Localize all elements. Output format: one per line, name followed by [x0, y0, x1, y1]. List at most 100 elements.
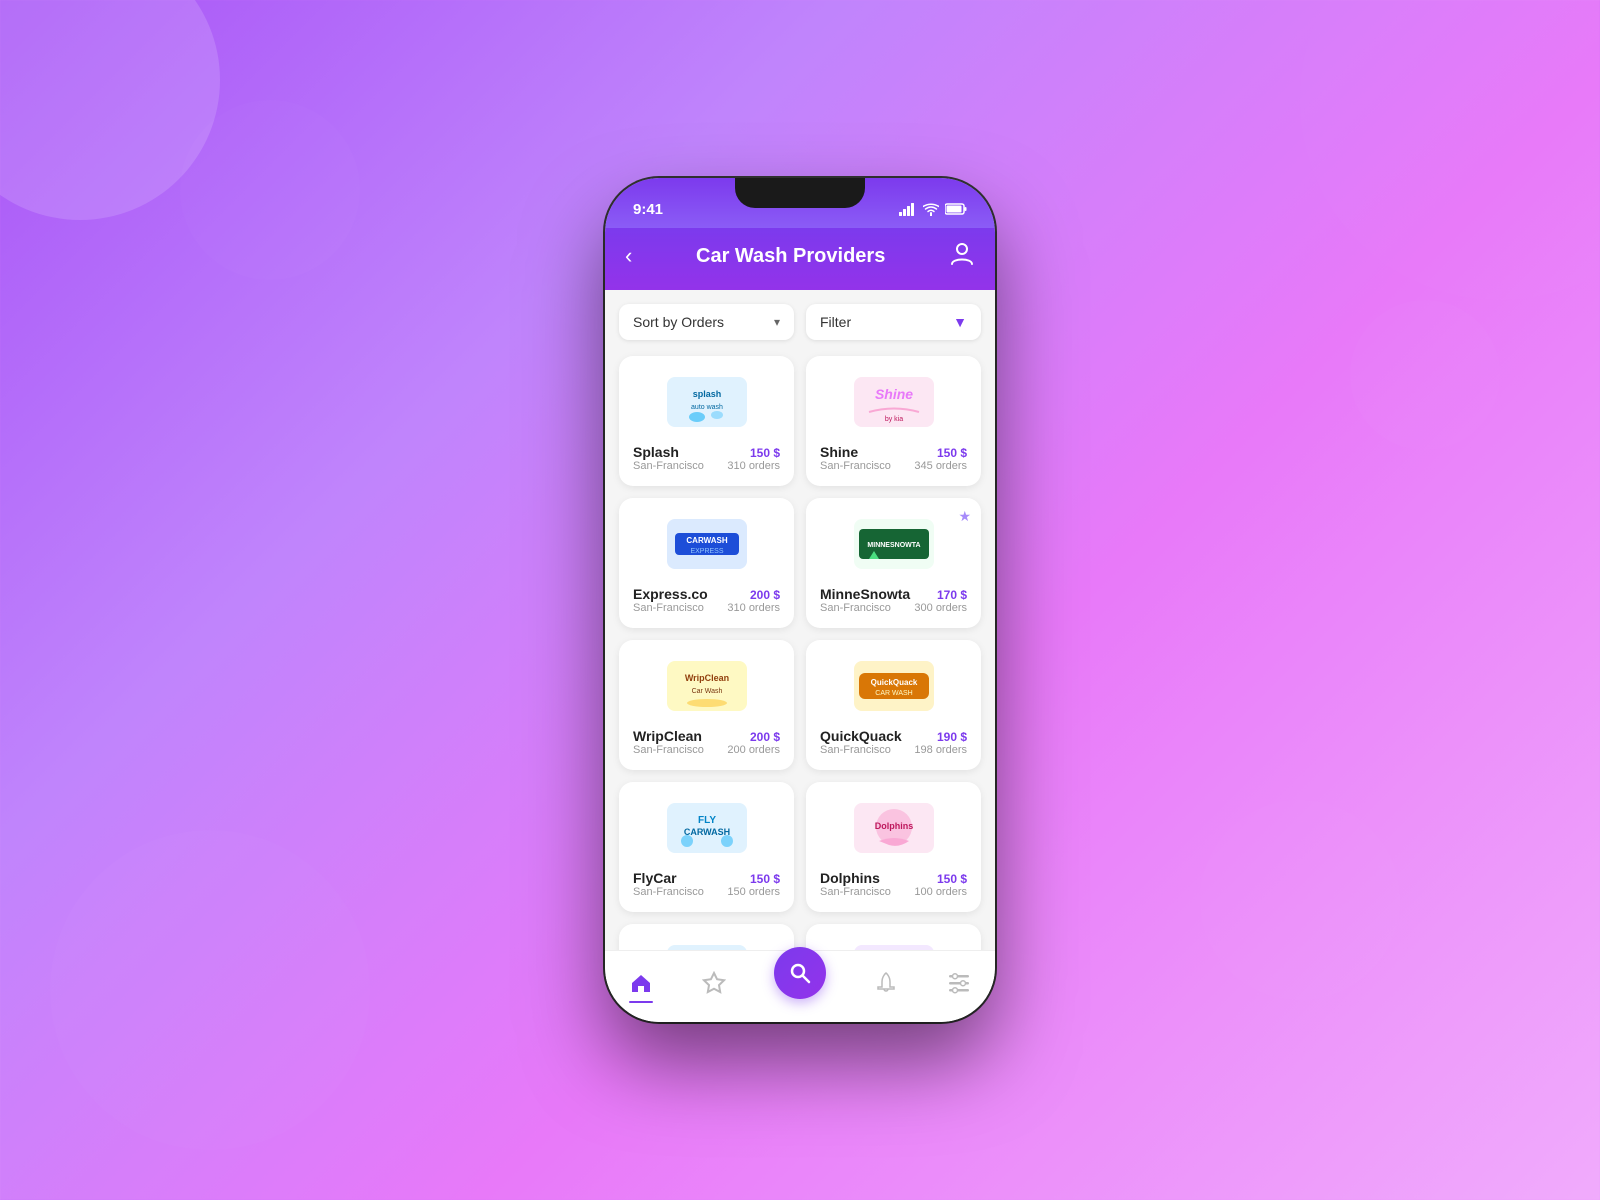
provider-name: Shine	[820, 444, 858, 460]
provider-logo-area: CARWASH EXPRESS	[633, 512, 780, 576]
settings-icon	[947, 971, 971, 995]
provider-info: Shine 150 $	[820, 444, 967, 460]
signal-icon	[899, 203, 917, 216]
provider-city: San-Francisco	[820, 744, 891, 756]
provider-info: Dolphins 150 $	[820, 870, 967, 886]
status-icons	[899, 203, 967, 216]
provider-price: 170 $	[937, 588, 967, 602]
provider-name: Dolphins	[820, 870, 880, 886]
provider-city: San-Francisco	[633, 744, 704, 756]
star-outline-icon	[702, 971, 726, 995]
provider-name: MinneSnowta	[820, 586, 910, 602]
sort-button[interactable]: Sort by Orders ▾	[619, 304, 794, 340]
content-area: Sort by Orders ▾ Filter ▼ splash auto was…	[605, 290, 995, 950]
provider-price: 150 $	[750, 446, 780, 460]
provider-card-mycar[interactable]: MyCar MyCar 180 $ San-Francisco 220 orde…	[619, 924, 794, 950]
svg-text:Car Wash: Car Wash	[691, 688, 722, 695]
provider-row2: San-Francisco 150 orders	[633, 886, 780, 898]
provider-name: Express.co	[633, 586, 708, 602]
provider-card-shine[interactable]: Shineby kia Shine 150 $ San-Francisco 34…	[806, 356, 981, 486]
provider-card-splash[interactable]: splash auto wash Splash 150 $ San-Francis…	[619, 356, 794, 486]
provider-price: 150 $	[937, 872, 967, 886]
nav-search[interactable]	[774, 967, 826, 999]
search-center-button[interactable]	[774, 947, 826, 999]
provider-card-minne[interactable]: ★ MINNESNOWTA MinneSnowta 170 $ San-Fran…	[806, 498, 981, 628]
svg-text:CARWASH: CARWASH	[686, 536, 727, 545]
provider-info: Express.co 200 $	[633, 586, 780, 602]
provider-orders: 310 orders	[727, 460, 780, 472]
provider-orders: 345 orders	[914, 460, 967, 472]
provider-logo-area: MINNESNOWTA	[820, 512, 967, 576]
provider-city: San-Francisco	[633, 460, 704, 472]
nav-favorites[interactable]	[702, 971, 726, 995]
providers-grid: splash auto wash Splash 150 $ San-Francis…	[619, 356, 981, 950]
app-header: ‹ Car Wash Providers	[605, 228, 995, 290]
provider-row2: San-Francisco 200 orders	[633, 744, 780, 756]
provider-city: San-Francisco	[633, 886, 704, 898]
nav-home[interactable]	[629, 971, 653, 995]
back-button[interactable]: ‹	[625, 243, 632, 269]
star-badge: ★	[958, 508, 971, 525]
provider-row2: San-Francisco 345 orders	[820, 460, 967, 472]
provider-card-quick[interactable]: QuickQuack CAR WASH QuickQuack 190 $ San-…	[806, 640, 981, 770]
provider-price: 150 $	[750, 872, 780, 886]
provider-info: MinneSnowta 170 $	[820, 586, 967, 602]
provider-card-wrip[interactable]: WripClean Car Wash WripClean 200 $ San-Fr…	[619, 640, 794, 770]
provider-logo-area: splash auto wash	[633, 370, 780, 434]
svg-text:auto wash: auto wash	[691, 404, 723, 411]
provider-row2: San-Francisco 310 orders	[633, 602, 780, 614]
provider-logo-area: WripClean Car Wash	[633, 654, 780, 718]
svg-text:WripClean: WripClean	[684, 673, 728, 683]
provider-orders: 198 orders	[914, 744, 967, 756]
status-time: 9:41	[633, 201, 663, 218]
filter-funnel-icon: ▼	[953, 314, 967, 330]
sort-label: Sort by Orders	[633, 314, 724, 330]
provider-price: 190 $	[937, 730, 967, 744]
search-icon	[789, 962, 811, 984]
provider-name: FlyCar	[633, 870, 677, 886]
provider-city: San-Francisco	[820, 886, 891, 898]
wifi-icon	[923, 203, 939, 216]
nav-underline	[629, 1001, 653, 1003]
svg-text:EXPRESS: EXPRESS	[690, 548, 723, 555]
svg-text:by kia: by kia	[884, 416, 902, 423]
provider-info: WripClean 200 $	[633, 728, 780, 744]
home-icon	[629, 971, 653, 995]
provider-info: FlyCar 150 $	[633, 870, 780, 886]
provider-orders: 300 orders	[914, 602, 967, 614]
provider-card-dolphins[interactable]: Dolphins Dolphins 150 $ San-Francisco 10…	[806, 782, 981, 912]
provider-logo-area: Shineby kia	[820, 370, 967, 434]
provider-info: QuickQuack 190 $	[820, 728, 967, 744]
provider-card-express[interactable]: CARWASH EXPRESS Express.co 200 $ San-Fran…	[619, 498, 794, 628]
svg-text:MINNESNOWTA: MINNESNOWTA	[867, 542, 920, 549]
provider-city: San-Francisco	[820, 602, 891, 614]
provider-name: Splash	[633, 444, 679, 460]
nav-settings[interactable]	[947, 971, 971, 995]
page-title: Car Wash Providers	[696, 245, 885, 268]
screen: 9:41	[605, 178, 995, 1022]
svg-text:CAR WASH: CAR WASH	[875, 690, 912, 697]
battery-icon	[945, 203, 967, 215]
notch	[735, 178, 865, 208]
svg-text:QuickQuack: QuickQuack	[870, 678, 917, 687]
bell-icon	[874, 971, 898, 995]
provider-orders: 310 orders	[727, 602, 780, 614]
user-profile-icon[interactable]	[949, 240, 975, 272]
filter-row: Sort by Orders ▾ Filter ▼	[619, 304, 981, 340]
provider-card-washworld[interactable]: washworld WashWorld 200 $ San-Francisco …	[806, 924, 981, 950]
provider-orders: 150 orders	[727, 886, 780, 898]
provider-card-flycar[interactable]: FLYCARWASH FlyCar 150 $ San-Francisco 15…	[619, 782, 794, 912]
svg-text:Dolphins: Dolphins	[874, 821, 913, 831]
sort-chevron-icon: ▾	[774, 315, 780, 329]
svg-text:splash: splash	[692, 389, 721, 399]
provider-name: WripClean	[633, 728, 702, 744]
provider-logo-area: MyCar	[633, 938, 780, 950]
filter-button[interactable]: Filter ▼	[806, 304, 981, 340]
provider-row2: San-Francisco 310 orders	[633, 460, 780, 472]
provider-logo-area: washworld	[820, 938, 967, 950]
phone-frame: 9:41	[605, 178, 995, 1022]
provider-price: 150 $	[937, 446, 967, 460]
provider-city: San-Francisco	[633, 602, 704, 614]
nav-notifications[interactable]	[874, 971, 898, 995]
provider-logo-area: QuickQuack CAR WASH	[820, 654, 967, 718]
